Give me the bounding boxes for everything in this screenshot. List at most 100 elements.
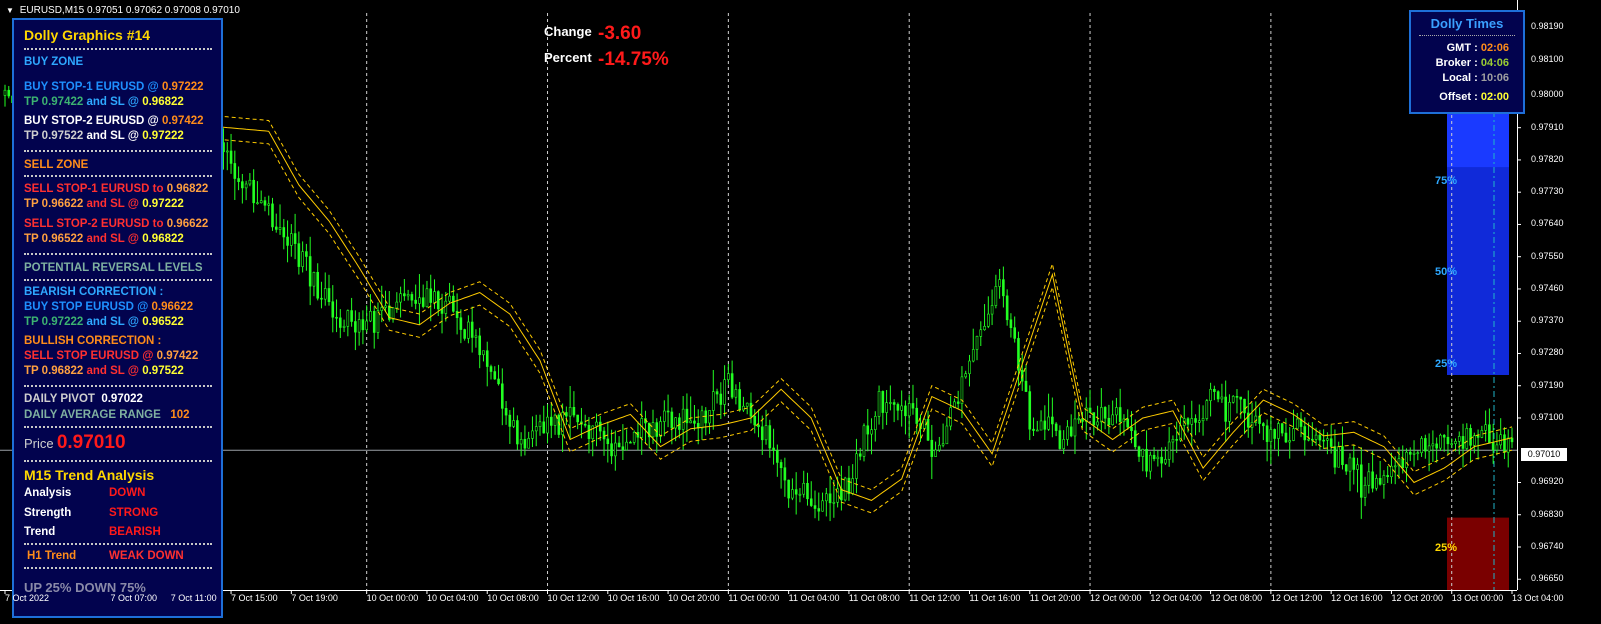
candle-body (757, 424, 760, 428)
bearish-correction-title: BEARISH CORRECTION : (24, 286, 164, 298)
candle (881, 390, 885, 430)
candle-body (335, 316, 338, 319)
candle (357, 312, 361, 346)
chart-window[interactable]: ▼ EURUSD,M15 0.97051 0.97062 0.97008 0.9… (0, 0, 1601, 624)
candle (519, 432, 523, 457)
candle (866, 409, 870, 452)
candle-body (1088, 407, 1092, 413)
percent-value: -14.75% (598, 49, 669, 70)
candle-body (519, 439, 523, 445)
candle-body (1239, 396, 1243, 400)
candle-body (1235, 396, 1239, 398)
level-75-label: 75% (1435, 175, 1458, 187)
candle (425, 280, 429, 308)
candle (1412, 440, 1416, 467)
candle (1100, 388, 1103, 433)
bearish-tp-sl: TP 0.97222 and SL @ 0.96522 (24, 316, 184, 328)
candle (1032, 417, 1035, 436)
candle-body (1457, 436, 1461, 442)
candle (889, 385, 892, 411)
candle (1066, 420, 1069, 446)
candle-body (730, 373, 734, 398)
candle (1262, 422, 1265, 441)
candle-body (1137, 446, 1141, 457)
candle-body (7, 89, 11, 97)
candle-body (1209, 388, 1212, 401)
candle-body (1292, 428, 1295, 441)
candle-body (1322, 439, 1325, 442)
candle-body (900, 405, 903, 411)
candle-body (1424, 438, 1427, 452)
candle-body (478, 335, 482, 356)
candle (1295, 412, 1299, 430)
candle (542, 405, 546, 434)
price-tick-4: 0.97820 (1531, 153, 1564, 164)
candle (493, 366, 497, 380)
candle (610, 429, 613, 465)
divider (24, 48, 212, 50)
candle-body (1175, 439, 1178, 441)
candle (1461, 423, 1465, 468)
candle-body (1356, 464, 1359, 470)
candle (459, 309, 463, 344)
candle-body (504, 408, 508, 416)
time-tick-24: 13 Oct 04:00 (1512, 593, 1564, 603)
candle-body (1273, 429, 1276, 439)
candle-body (1145, 448, 1148, 472)
candle (843, 476, 847, 502)
candle (1235, 389, 1239, 414)
candle (1224, 380, 1227, 442)
candle-body (380, 307, 384, 312)
candle-body (576, 414, 579, 423)
bullish-sell-stop-line: SELL STOP EURUSD @ 0.97422 (24, 350, 199, 362)
candle (1382, 470, 1386, 499)
candle-body (244, 183, 248, 189)
candle-body (610, 443, 613, 457)
candle-body (870, 429, 873, 435)
candle (429, 274, 433, 322)
dropdown-icon[interactable]: ▼ (6, 6, 14, 15)
candle-body (263, 200, 267, 206)
trend-analysis-title: M15 Trend Analysis (24, 467, 155, 483)
candle (248, 173, 252, 187)
candle (1073, 400, 1077, 455)
candle-body (678, 417, 681, 430)
candle (983, 304, 986, 331)
candle (316, 263, 320, 301)
time-tick-22: 12 Oct 20:00 (1391, 593, 1443, 603)
candle (828, 476, 832, 522)
candle (1115, 397, 1118, 424)
candle-body (278, 227, 282, 230)
candle (1457, 431, 1461, 455)
candle-body (339, 317, 342, 328)
candle-body (346, 310, 350, 327)
candle-body (772, 447, 775, 451)
candle (259, 190, 263, 204)
candle (1205, 399, 1209, 421)
candle (290, 224, 293, 257)
candle-body (855, 453, 858, 479)
candle-body (274, 226, 278, 230)
candle (501, 368, 504, 426)
buy-zone-label: BUY ZONE (24, 56, 84, 68)
candle (1280, 423, 1284, 437)
candle-body (907, 403, 911, 417)
trend-value: BEARISH (109, 526, 161, 538)
candle-body (787, 479, 790, 499)
candle-body (1461, 436, 1465, 449)
candle (546, 404, 549, 444)
time-tick-21: 12 Oct 16:00 (1331, 593, 1383, 603)
candle-body (436, 291, 440, 310)
candle-body (708, 410, 711, 424)
candle (1243, 398, 1246, 435)
candle-body (828, 493, 832, 504)
candle (568, 385, 572, 440)
candle-body (749, 402, 753, 417)
candle-body (455, 311, 459, 319)
price-chart[interactable] (0, 0, 1601, 624)
candle-body (670, 411, 674, 429)
candle (1005, 289, 1009, 326)
candle (1337, 441, 1340, 468)
candle (1246, 390, 1250, 438)
candle (1506, 429, 1510, 468)
